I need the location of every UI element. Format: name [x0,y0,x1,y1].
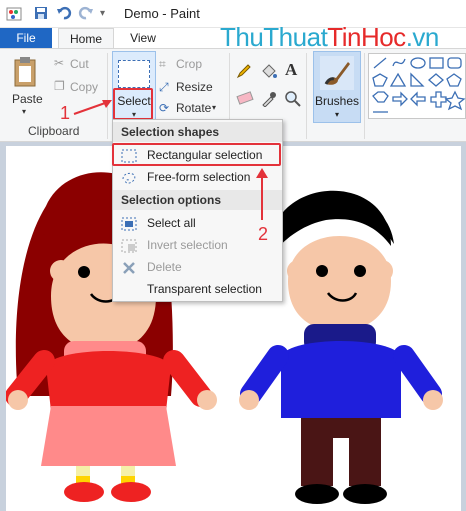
menu-transparent-selection[interactable]: Transparent selection [113,278,282,300]
step-number-1: 1 [60,103,71,123]
delete-icon [121,260,137,274]
cut-icon: ✂ [54,56,65,70]
tab-home[interactable]: Home [58,28,114,49]
shapes-gallery[interactable] [368,53,466,119]
paste-button[interactable]: Paste [12,92,43,106]
cut-button[interactable]: Cut [70,57,89,71]
crop-icon: ⌗ [159,57,166,71]
select-all-icon [121,216,137,231]
paste-icon[interactable] [12,55,38,92]
color-picker-icon[interactable] [261,91,277,110]
copy-icon: ❐ [54,79,65,93]
undo-icon[interactable] [56,6,72,23]
step-number-2: 2 [258,224,269,244]
paint-app-icon [6,6,22,25]
menu-section-shapes: Selection shapes [113,122,282,142]
invert-selection-icon [121,238,137,253]
separator [364,53,365,139]
selection-rect-icon [118,60,150,88]
clipboard-group-label: Clipboard [28,124,80,138]
brushes-button[interactable]: Brushes ▾ [313,51,361,123]
crop-button[interactable]: Crop [176,57,202,71]
fill-icon[interactable] [260,63,278,82]
resize-icon: ⤢ [159,80,169,94]
rotate-button[interactable]: Rotate [176,101,211,115]
arrow-2-icon [256,168,268,220]
menu-delete[interactable]: Delete [113,256,282,278]
menu-invert-selection[interactable]: Invert selection [113,234,282,256]
brush-icon [320,56,354,93]
freeform-selection-icon [121,170,137,184]
copy-button[interactable]: Copy [70,80,98,94]
eraser-icon[interactable] [236,91,254,108]
redo-icon[interactable] [78,6,94,23]
resize-button[interactable]: Resize [176,80,213,94]
highlight-rectangular-selection [112,143,281,166]
highlight-select [113,88,153,120]
arrow-1-icon [73,100,112,115]
separator [306,53,307,139]
text-icon[interactable]: A [285,60,297,80]
customize-toolbar-icon[interactable]: ▾ [100,8,105,19]
rotate-dropdown-icon[interactable]: ▾ [212,103,216,112]
paste-dropdown-icon[interactable]: ▾ [22,107,26,116]
chevron-down-icon: ▾ [334,110,339,119]
save-icon[interactable] [34,6,48,23]
tab-file[interactable]: File [0,28,52,48]
pencil-icon[interactable] [236,63,252,82]
rotate-icon: ⟳ [159,101,170,115]
tab-view[interactable]: View [118,28,168,48]
window-title: Demo - Paint [124,6,200,21]
magnifier-icon[interactable] [285,91,301,110]
